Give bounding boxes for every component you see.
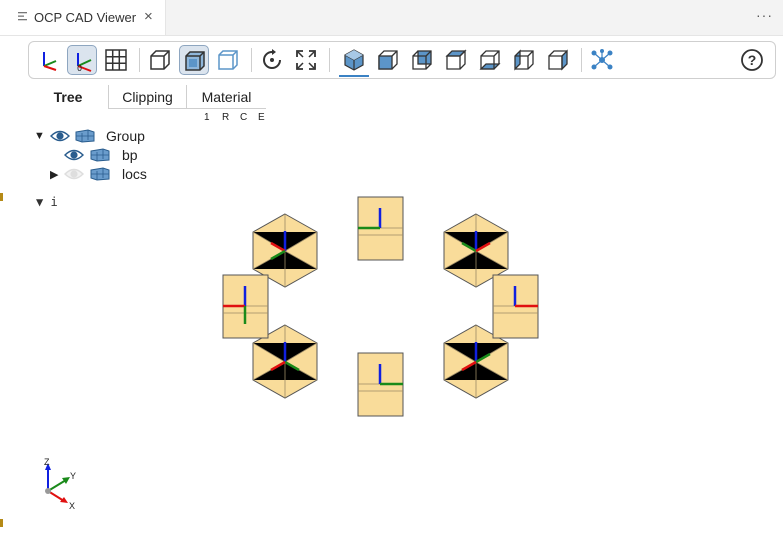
editor-tab[interactable]: OCP CAD Viewer × xyxy=(0,0,166,35)
tree-header-1: 1 xyxy=(204,112,210,123)
tree-node-group[interactable]: ▼ Group xyxy=(34,128,194,146)
rear-view-icon xyxy=(412,50,432,70)
axes-at-origin-button[interactable]: 0 xyxy=(67,45,97,75)
bottom-view-button[interactable] xyxy=(475,45,505,75)
rear-view-button[interactable] xyxy=(407,45,437,75)
bottom-view-icon xyxy=(479,50,501,70)
shapes-icon xyxy=(90,167,110,181)
more-actions-icon[interactable]: ··· xyxy=(756,7,773,23)
tree-label-group: Group xyxy=(106,128,145,144)
tab-title: OCP CAD Viewer xyxy=(34,10,137,25)
tree-header-c: C xyxy=(240,112,248,123)
black-edges-icon xyxy=(218,50,238,70)
iso-view-icon xyxy=(344,49,364,71)
gutter-marker xyxy=(0,519,3,527)
svg-text:0: 0 xyxy=(77,64,82,73)
tab-tree[interactable]: Tree xyxy=(28,85,108,109)
fit-icon xyxy=(296,50,316,70)
tree-column-header: 1 RCE xyxy=(204,112,276,123)
gutter-marker xyxy=(0,193,3,201)
close-icon[interactable]: × xyxy=(144,9,153,24)
explode-button[interactable] xyxy=(587,45,617,75)
help-icon: ? xyxy=(741,49,763,71)
explode-icon xyxy=(591,49,613,70)
transparent-button[interactable] xyxy=(179,45,209,75)
fit-button[interactable] xyxy=(291,45,321,75)
perspective-button[interactable] xyxy=(145,45,175,75)
preview-icon xyxy=(18,12,27,21)
axes-button[interactable] xyxy=(33,45,63,75)
axes-zero-icon: 0 xyxy=(77,53,92,73)
iso-view-button[interactable] xyxy=(339,45,369,75)
eye-icon[interactable] xyxy=(64,148,84,162)
axis-label-y: Y xyxy=(70,471,76,481)
box-left xyxy=(222,274,269,339)
grid-icon xyxy=(105,49,127,71)
eye-icon[interactable] xyxy=(50,129,70,143)
tree-label-locs: locs xyxy=(122,166,147,182)
top-view-icon xyxy=(445,49,467,70)
tree-header-r: R xyxy=(222,112,230,123)
axis-label-z: Z xyxy=(44,457,50,467)
info-panel-toggle[interactable]: ▼ i xyxy=(36,195,58,209)
top-view-button[interactable] xyxy=(441,45,471,75)
front-view-icon xyxy=(378,50,398,70)
tree-node-locs[interactable]: ▶ locs xyxy=(34,166,194,184)
tab-material[interactable]: Material xyxy=(187,85,266,109)
viewer-toolbar: 0 ? xyxy=(28,41,776,79)
reset-icon xyxy=(263,49,281,69)
expand-icon[interactable]: ▶ xyxy=(50,168,58,181)
control-tabs: Tree Clipping Material xyxy=(28,85,266,109)
orientation-axes: Z Y X xyxy=(44,457,76,511)
info-toggle-icon: ▼ xyxy=(36,195,44,209)
right-view-icon xyxy=(548,49,568,71)
black-edges-button[interactable] xyxy=(213,45,243,75)
reset-button[interactable] xyxy=(257,45,287,75)
grid-button[interactable] xyxy=(101,45,131,75)
axes-icon xyxy=(43,52,57,71)
tab-clipping[interactable]: Clipping xyxy=(109,85,186,109)
box-bottom xyxy=(357,352,404,417)
tree-node-bp[interactable]: bp xyxy=(34,147,194,165)
right-view-button[interactable] xyxy=(543,45,573,75)
eye-hidden-icon[interactable] xyxy=(64,167,84,181)
shapes-icon xyxy=(75,129,95,143)
box-right xyxy=(492,274,539,339)
box-top xyxy=(357,196,404,261)
transparent-icon xyxy=(185,51,205,71)
collapse-icon[interactable]: ▼ xyxy=(34,130,45,142)
perspective-icon xyxy=(150,50,170,70)
cad-viewport[interactable] xyxy=(200,190,560,420)
info-label: i xyxy=(50,195,58,209)
help-label: ? xyxy=(748,52,757,68)
left-view-button[interactable] xyxy=(509,45,539,75)
help-button[interactable]: ? xyxy=(737,45,767,75)
editor-tab-bar: OCP CAD Viewer × ··· xyxy=(0,0,783,36)
left-view-icon xyxy=(514,49,534,71)
shapes-icon xyxy=(90,148,110,162)
front-view-button[interactable] xyxy=(373,45,403,75)
active-view-indicator xyxy=(339,75,369,77)
tree-label-bp: bp xyxy=(122,147,138,163)
axis-label-x: X xyxy=(69,501,75,511)
tree-header-e: E xyxy=(258,112,265,123)
